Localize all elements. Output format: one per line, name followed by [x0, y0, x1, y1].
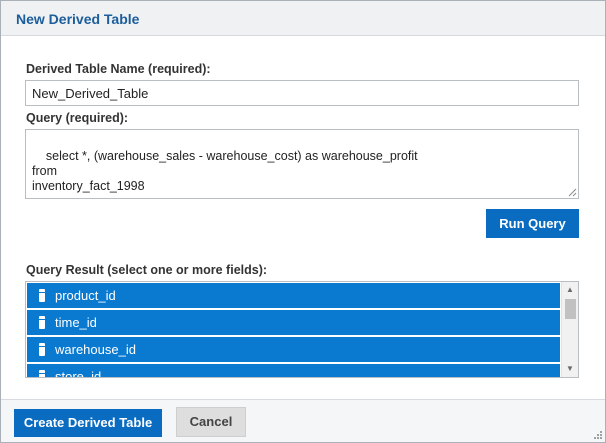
create-derived-table-button[interactable]: Create Derived Table	[14, 409, 162, 437]
run-query-button[interactable]: Run Query	[486, 209, 579, 238]
cancel-button[interactable]: Cancel	[176, 407, 246, 437]
scroll-down-icon[interactable]: ▼	[562, 361, 578, 377]
field-icon	[39, 343, 45, 356]
query-result-label: Query Result (select one or more fields)…	[26, 263, 268, 277]
field-icon	[39, 370, 45, 377]
field-icon	[39, 316, 45, 329]
scroll-up-icon[interactable]: ▲	[562, 282, 578, 298]
field-icon	[39, 289, 45, 302]
result-scrollbar[interactable]: ▲ ▼	[561, 282, 578, 377]
scroll-thumb[interactable]	[565, 299, 576, 319]
result-item-product-id[interactable]: product_id	[27, 283, 560, 308]
dialog-titlebar[interactable]: New Derived Table	[1, 1, 605, 36]
result-item-store-id[interactable]: store_id	[27, 364, 560, 377]
resize-grip-icon[interactable]	[568, 188, 577, 197]
dialog-resize-grip-icon[interactable]	[593, 430, 603, 440]
new-derived-table-dialog: New Derived Table Derived Table Name (re…	[0, 0, 606, 443]
dialog-title: New Derived Table	[16, 11, 140, 27]
query-text: select *, (warehouse_sales - warehouse_c…	[32, 149, 418, 193]
query-label: Query (required):	[26, 111, 129, 125]
table-name-input[interactable]	[25, 80, 579, 106]
query-result-list[interactable]: product_id time_id warehouse_id store_id…	[25, 281, 579, 378]
table-name-label: Derived Table Name (required):	[26, 62, 211, 76]
query-textarea[interactable]: select *, (warehouse_sales - warehouse_c…	[25, 129, 579, 199]
result-item-time-id[interactable]: time_id	[27, 310, 560, 335]
result-item-warehouse-id[interactable]: warehouse_id	[27, 337, 560, 362]
